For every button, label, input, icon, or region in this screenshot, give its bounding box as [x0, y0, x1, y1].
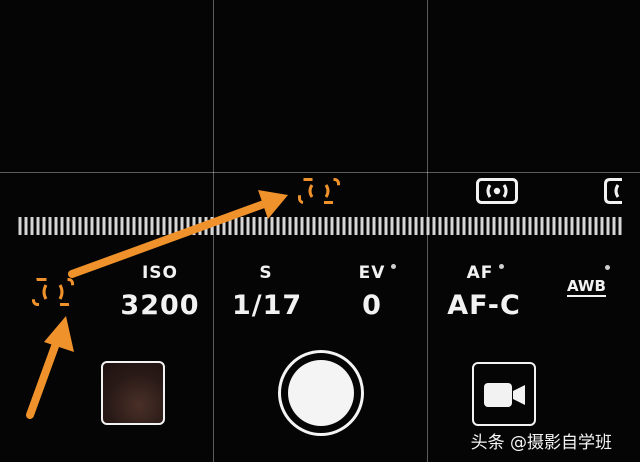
- arrow-to-metering-options: [68, 190, 288, 278]
- watermark-text: 头条 @摄影自学班: [470, 433, 612, 453]
- arrow-to-current-metering: [26, 316, 74, 419]
- annotation-arrows: [26, 190, 288, 419]
